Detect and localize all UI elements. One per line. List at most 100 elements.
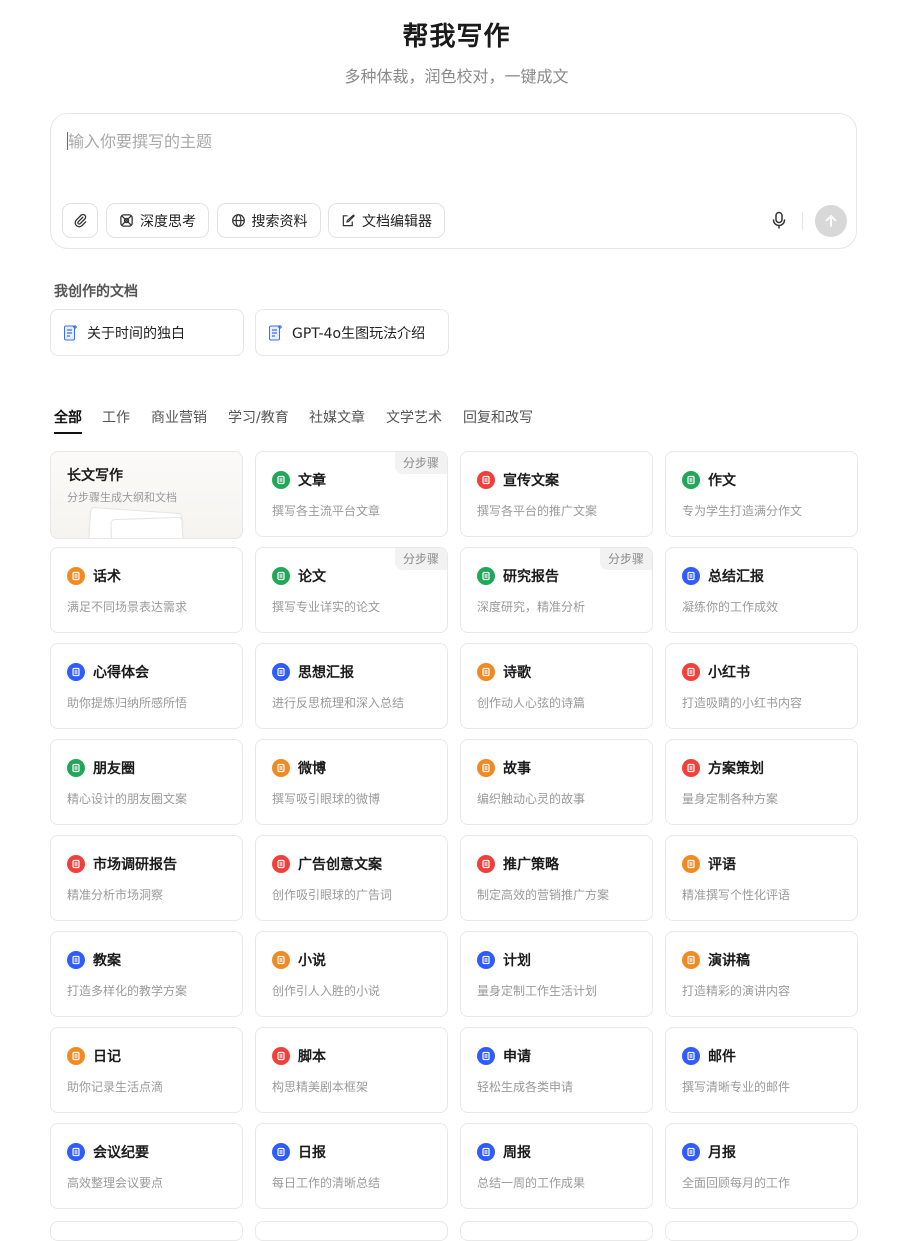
template-desc: 打造精彩的演讲内容 bbox=[682, 984, 791, 998]
tab-rewrite[interactable]: 回复和改写 bbox=[463, 407, 533, 427]
search-materials-button[interactable]: 搜索资料 bbox=[217, 203, 321, 238]
my-doc-card[interactable]: 关于时间的独白 bbox=[50, 309, 244, 356]
attach-button[interactable] bbox=[62, 203, 98, 238]
template-card[interactable]: 朋友圈 精心设计的朋友圈文案 bbox=[50, 739, 243, 825]
template-title: 周报 bbox=[503, 1145, 531, 1161]
tab-all[interactable]: 全部 bbox=[54, 407, 82, 427]
template-card[interactable]: 会议纪要高效整理会议要点 bbox=[50, 1123, 243, 1209]
template-desc: 满足不同场景表达需求 bbox=[67, 600, 188, 614]
template-card[interactable]: 总结汇报凝练你的工作成效 bbox=[665, 547, 858, 633]
deep-think-icon bbox=[120, 214, 133, 227]
tab-education[interactable]: 学习/教育 bbox=[228, 407, 289, 427]
template-card[interactable]: 推广策略 制定高效的营销推广方案 bbox=[460, 835, 653, 921]
doc-editor-button[interactable]: 文档编辑器 bbox=[328, 203, 445, 238]
template-desc: 凝练你的工作成效 bbox=[682, 600, 779, 614]
template-icon bbox=[67, 855, 85, 873]
template-title: 话术 bbox=[93, 569, 121, 585]
template-card[interactable]: 心得体会 助你提炼归纳所感所悟 bbox=[50, 643, 243, 729]
template-title: 月报 bbox=[708, 1145, 736, 1161]
template-title: 长文写作 bbox=[67, 468, 123, 484]
tab-literature[interactable]: 文学艺术 bbox=[386, 407, 442, 427]
template-title: 会议纪要 bbox=[93, 1145, 149, 1161]
template-card[interactable]: 教案 打造多样化的教学方案 bbox=[50, 931, 243, 1017]
template-card[interactable]: 研究报告 深度研究，精准分析 分步骤 bbox=[460, 547, 653, 633]
template-card[interactable]: 文章 撰写各主流平台文章 分步骤 bbox=[255, 451, 448, 537]
template-icon bbox=[272, 759, 290, 777]
template-icon bbox=[272, 1143, 290, 1161]
template-desc: 制定高效的营销推广方案 bbox=[477, 888, 610, 902]
template-card[interactable]: 月报 全面回顾每月的工作 bbox=[665, 1123, 858, 1209]
template-icon bbox=[682, 1047, 700, 1065]
template-title: 研究报告 bbox=[503, 569, 559, 585]
template-card[interactable]: 故事 编织触动心灵的故事 bbox=[460, 739, 653, 825]
template-card[interactable]: 市场调研报告 精准分析市场洞察 bbox=[50, 835, 243, 921]
template-desc: 构思精美剧本框架 bbox=[272, 1080, 369, 1094]
tab-marketing[interactable]: 商业营销 bbox=[151, 407, 207, 427]
template-card[interactable]: 微博 撰写吸引眼球的微博 bbox=[255, 739, 448, 825]
paper-illustration bbox=[110, 516, 184, 538]
template-card[interactable]: 日报每日工作的清晰总结 bbox=[255, 1123, 448, 1209]
template-title: 宣传文案 bbox=[503, 473, 559, 489]
template-desc: 量身定制各种方案 bbox=[682, 792, 779, 806]
template-card[interactable]: 演讲稿打造精彩的演讲内容 bbox=[665, 931, 858, 1017]
template-card[interactable]: 日记 助你记录生活点滴 bbox=[50, 1027, 243, 1113]
template-card[interactable]: 周报总结一周的工作成果 bbox=[460, 1123, 653, 1209]
card-next-row bbox=[255, 1221, 448, 1241]
template-icon bbox=[477, 663, 495, 681]
tab-social[interactable]: 社媒文章 bbox=[309, 407, 365, 427]
template-card[interactable]: 方案策划 量身定制各种方案 bbox=[665, 739, 858, 825]
template-card[interactable]: 作文 专为学生打造满分作文 bbox=[665, 451, 858, 537]
template-title: 总结汇报 bbox=[708, 569, 764, 585]
page-title: 帮我写作 bbox=[402, 22, 511, 52]
template-card[interactable]: 广告创意文案 创作吸引眼球的广告词 bbox=[255, 835, 448, 921]
template-title: 演讲稿 bbox=[708, 953, 750, 969]
template-desc: 精准撰写个性化评语 bbox=[682, 888, 791, 902]
template-card[interactable]: 论文 撰写专业详实的论文 分步骤 bbox=[255, 547, 448, 633]
my-doc-card[interactable]: GPT-4o生图玩法介绍 bbox=[255, 309, 449, 356]
template-desc: 精心设计的朋友圈文案 bbox=[67, 792, 188, 806]
send-button[interactable] bbox=[815, 205, 847, 237]
document-icon bbox=[269, 324, 282, 340]
step-badge: 分步骤 bbox=[394, 548, 447, 570]
microphone-icon[interactable] bbox=[769, 210, 789, 230]
template-card[interactable]: 小说 创作引人入胜的小说 bbox=[255, 931, 448, 1017]
card-next-row bbox=[50, 1221, 243, 1241]
template-icon bbox=[682, 663, 700, 681]
template-title: 申请 bbox=[503, 1049, 531, 1065]
template-icon bbox=[682, 471, 700, 489]
template-title: 故事 bbox=[503, 761, 531, 777]
template-card[interactable]: 计划 量身定制工作生活计划 bbox=[460, 931, 653, 1017]
tab-work[interactable]: 工作 bbox=[102, 407, 130, 427]
template-card[interactable]: 小红书 打造吸睛的小红书内容 bbox=[665, 643, 858, 729]
template-card[interactable]: 申请轻松生成各类申请 bbox=[460, 1027, 653, 1113]
template-title: 日报 bbox=[298, 1145, 326, 1161]
template-desc: 轻松生成各类申请 bbox=[477, 1080, 574, 1094]
topic-input[interactable] bbox=[66, 126, 840, 170]
template-card[interactable]: 诗歌 创作动人心弦的诗篇 bbox=[460, 643, 653, 729]
toolbar-divider bbox=[802, 212, 803, 230]
template-desc: 量身定制工作生活计划 bbox=[477, 984, 598, 998]
template-card[interactable]: 思想汇报 进行反思梳理和深入总结 bbox=[255, 643, 448, 729]
deep-think-label: 深度思考 bbox=[140, 213, 196, 230]
template-card[interactable]: 评语 精准撰写个性化评语 bbox=[665, 835, 858, 921]
active-tab-indicator bbox=[54, 432, 82, 434]
template-icon bbox=[682, 951, 700, 969]
template-icon bbox=[67, 1047, 85, 1065]
template-title: 市场调研报告 bbox=[93, 857, 177, 873]
template-desc: 撰写专业详实的论文 bbox=[272, 600, 381, 614]
template-card[interactable]: 脚本 构思精美剧本框架 bbox=[255, 1027, 448, 1113]
template-desc: 助你记录生活点滴 bbox=[67, 1080, 164, 1094]
search-materials-label: 搜索资料 bbox=[251, 213, 308, 230]
template-icon bbox=[477, 471, 495, 489]
template-card[interactable]: 长文写作 分步骤生成大纲和文档 bbox=[50, 451, 243, 539]
template-card[interactable]: 话术满足不同场景表达需求 bbox=[50, 547, 243, 633]
template-icon bbox=[272, 1047, 290, 1065]
template-title: 诗歌 bbox=[503, 665, 531, 681]
template-desc: 高效整理会议要点 bbox=[67, 1176, 164, 1190]
template-card[interactable]: 邮件 撰写清晰专业的邮件 bbox=[665, 1027, 858, 1113]
deep-think-button[interactable]: 深度思考 bbox=[106, 203, 209, 238]
template-card[interactable]: 宣传文案 撰写各平台的推广文案 bbox=[460, 451, 653, 537]
globe-icon bbox=[231, 214, 245, 227]
template-desc: 总结一周的工作成果 bbox=[477, 1176, 586, 1190]
template-desc: 每日工作的清晰总结 bbox=[272, 1176, 381, 1190]
